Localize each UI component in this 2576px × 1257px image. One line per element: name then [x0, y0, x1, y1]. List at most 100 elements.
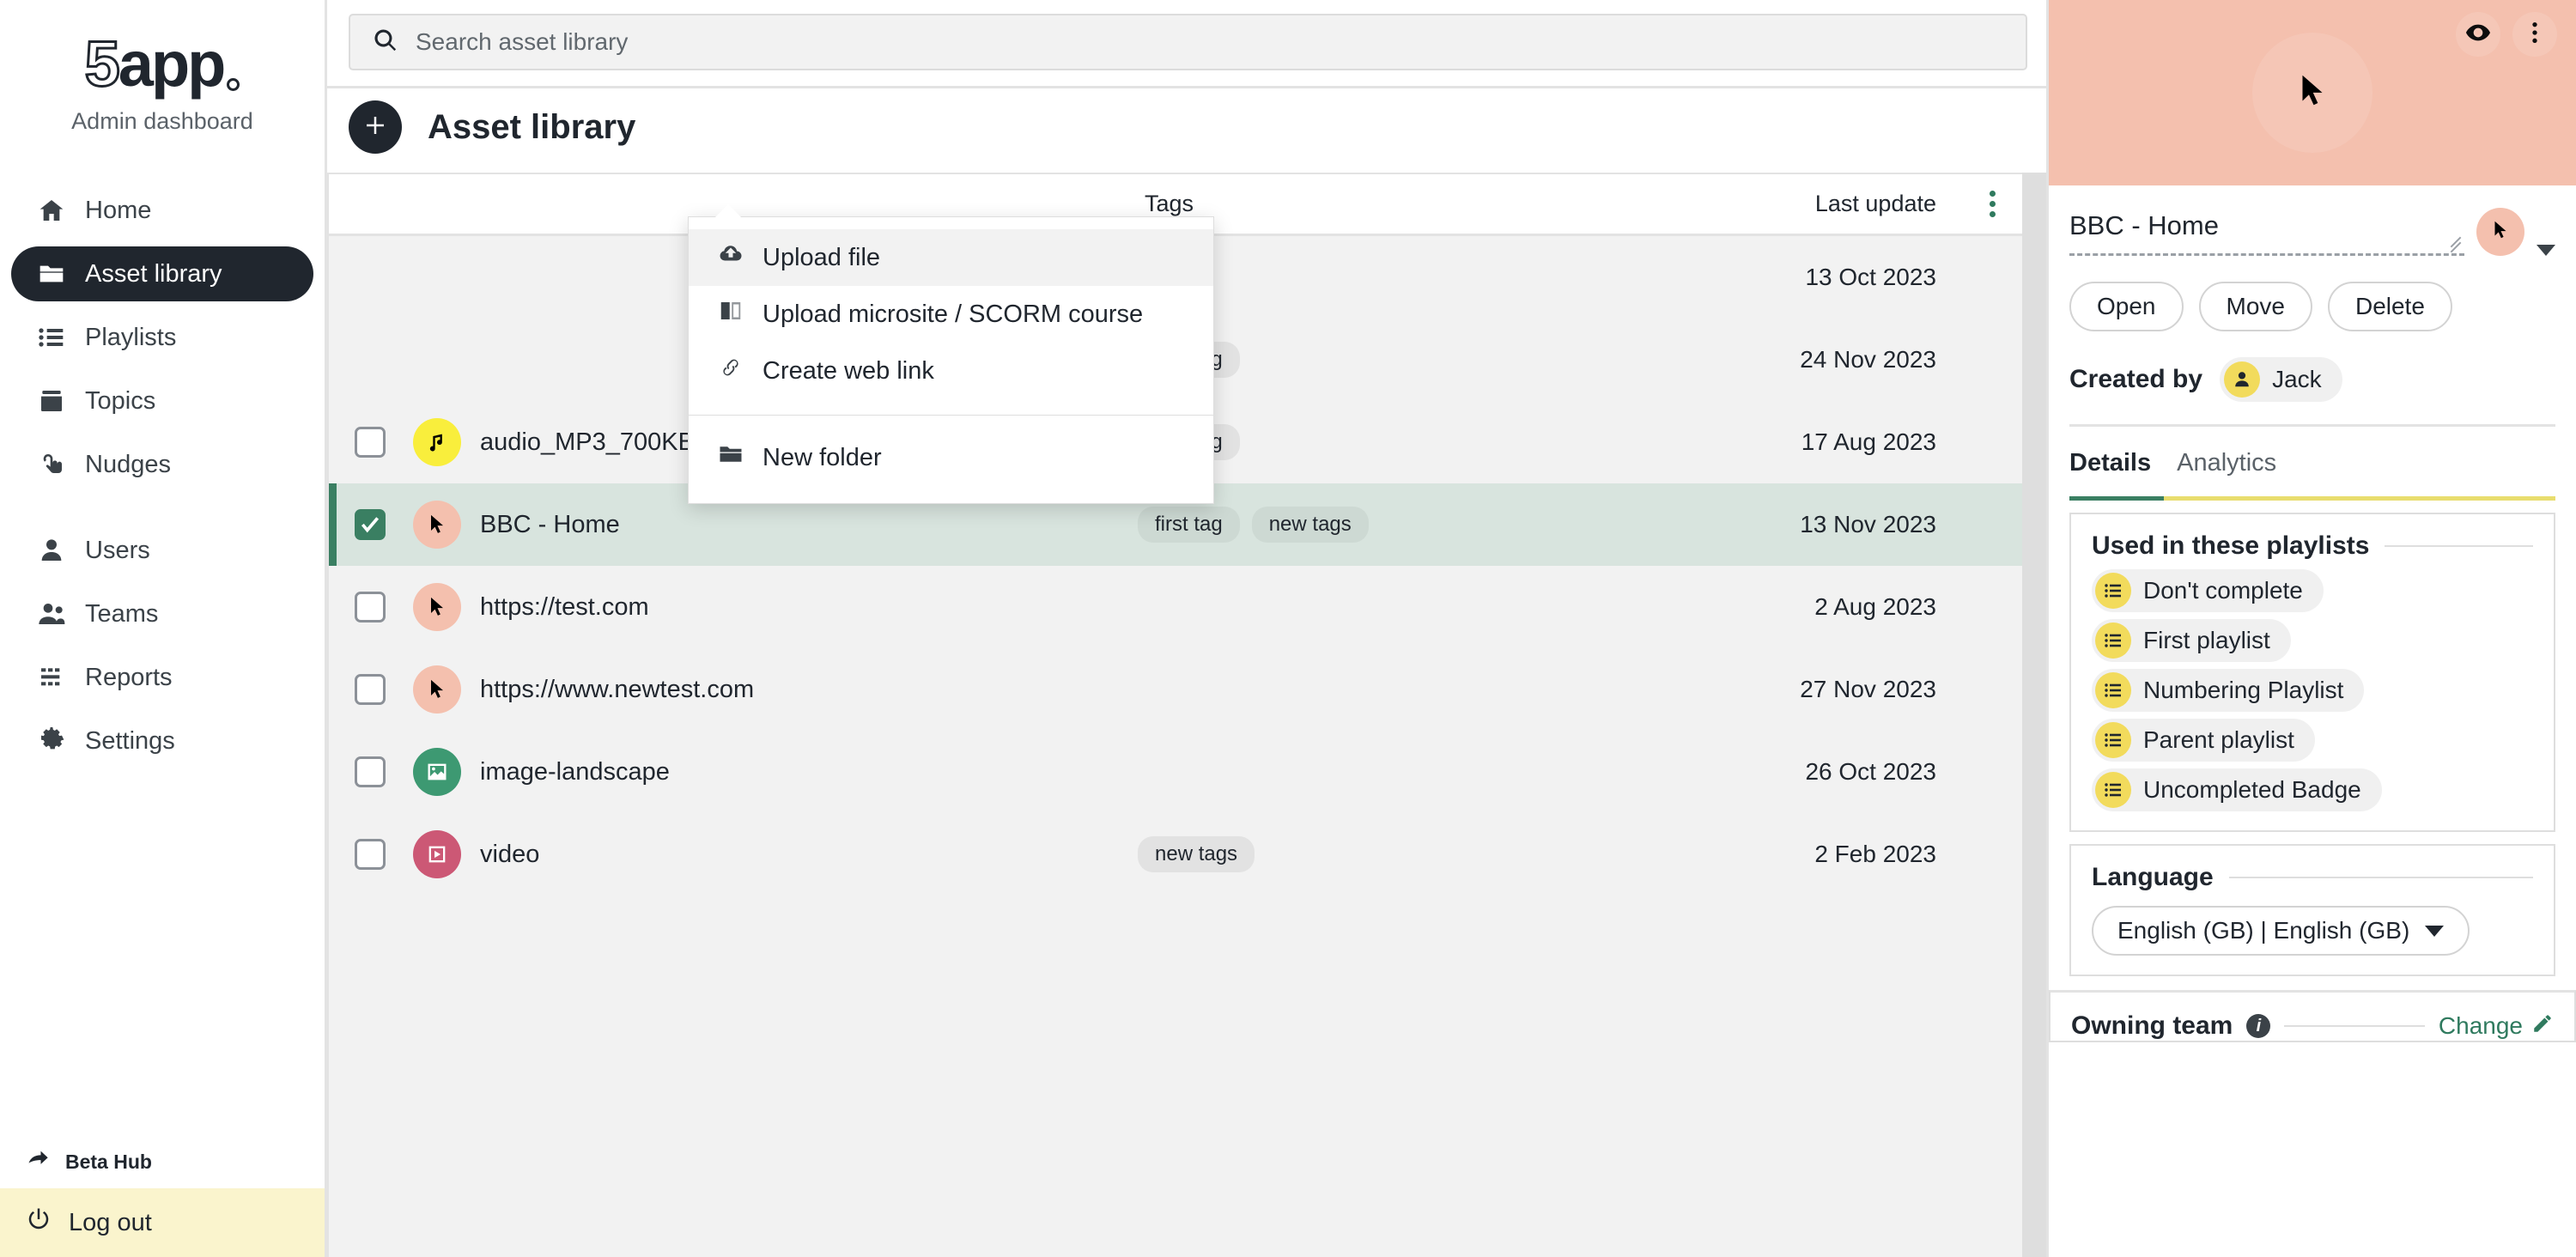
table-row[interactable]: https://www.newtest.com 27 Nov 2023 [329, 648, 2022, 731]
sidebar-item-playlists[interactable]: Playlists [11, 310, 313, 365]
language-select[interactable]: English (GB) | English (GB) [2092, 906, 2470, 956]
menu-item-label: Upload file [762, 243, 881, 271]
table-row[interactable]: video new tags 2 Feb 2023 [329, 813, 2022, 896]
sidebar-item-home[interactable]: Home [11, 183, 313, 238]
sidebar-item-topics[interactable]: Topics [11, 373, 313, 428]
tag-chip[interactable]: new tags [1251, 507, 1369, 543]
row-name-label: https://www.newtest.com [480, 675, 755, 703]
change-owning-team-button[interactable]: Change [2439, 1012, 2554, 1041]
tag-chip[interactable]: new tags [1138, 836, 1255, 872]
used-in-playlists-card: Used in these playlists Don't complete Fi… [2069, 513, 2555, 832]
list-icon [2095, 573, 2131, 609]
sidebar-item-users[interactable]: Users [11, 523, 313, 578]
row-checkbox[interactable] [354, 592, 386, 622]
box-icon [37, 386, 66, 416]
music-note-icon [413, 418, 461, 466]
column-header-tags[interactable]: Tags [1138, 191, 1670, 217]
playlist-chip[interactable]: Uncompleted Badge [2092, 768, 2382, 811]
column-header-last-update[interactable]: Last update [1670, 191, 1962, 217]
logo-digit: 5 [83, 28, 121, 100]
sidebar: 5 app Admin dashboard Home Asset library … [0, 0, 327, 1257]
sidebar-item-reports[interactable]: Reports [11, 650, 313, 705]
row-tags-cell: first tag [1138, 424, 1670, 460]
dropdown-divider [689, 415, 1213, 416]
home-icon [37, 196, 66, 225]
sidebar-item-label: Asset library [85, 259, 222, 288]
sidebar-nav: Home Asset library Playlists Topics Nudg… [0, 183, 325, 777]
row-checkbox[interactable] [354, 427, 386, 458]
playlist-chip-label: Parent playlist [2143, 726, 2294, 753]
created-by-user-chip[interactable]: Jack [2220, 357, 2342, 402]
sidebar-item-label: Reports [85, 663, 173, 691]
tab-details[interactable]: Details [2069, 449, 2151, 496]
playlist-chip-label: First playlist [2143, 627, 2270, 653]
menu-item-upload-file[interactable]: Upload file [689, 229, 1213, 286]
language-card-header: Language [2092, 863, 2533, 892]
row-last-update-cell: 2 Feb 2023 [1670, 841, 1962, 868]
list-icon [2095, 672, 2131, 708]
row-last-update-cell: 2 Aug 2023 [1670, 593, 1962, 621]
cloud-upload-icon [718, 241, 744, 274]
delete-button[interactable]: Delete [2327, 282, 2452, 331]
list-icon [2095, 622, 2131, 659]
table-row[interactable]: image-landscape 26 Oct 2023 [329, 731, 2022, 813]
row-date-label: 2 Feb 2023 [1814, 841, 1936, 867]
playlist-chip[interactable]: Don't complete [2092, 569, 2324, 612]
sidebar-item-teams[interactable]: Teams [11, 586, 313, 641]
tag-chip[interactable]: first tag [1138, 507, 1240, 543]
sidebar-item-settings[interactable]: Settings [11, 714, 313, 768]
tab-analytics[interactable]: Analytics [2177, 449, 2276, 496]
search-bar[interactable] [349, 14, 2027, 70]
row-name-label: video [480, 840, 540, 868]
menu-item-label: Upload microsite / SCORM course [762, 300, 1144, 328]
row-checkbox[interactable] [354, 839, 386, 870]
beta-hub-link[interactable]: Beta Hub [0, 1135, 325, 1188]
menu-item-create-web-link[interactable]: Create web link [689, 343, 1213, 399]
resize-grip-icon [2449, 236, 2463, 253]
menu-item-new-folder[interactable]: New folder [689, 429, 1213, 486]
vertical-dots-icon [2521, 19, 2549, 51]
asset-title-input[interactable]: BBC - Home [2069, 210, 2464, 256]
menu-item-label: Create web link [762, 356, 934, 385]
tab-active-indicator [2069, 496, 2164, 501]
pencil-icon [2531, 1012, 2554, 1041]
row-checkbox[interactable] [354, 756, 386, 787]
chevron-down-icon[interactable] [2537, 245, 2555, 256]
playlist-chip[interactable]: Parent playlist [2092, 719, 2315, 762]
row-checkbox-checked[interactable] [354, 509, 386, 540]
table-vertical-scrollbar[interactable] [2022, 173, 2046, 1257]
search-input[interactable] [416, 28, 2003, 56]
sidebar-item-nudges[interactable]: Nudges [11, 437, 313, 492]
preview-menu-button[interactable] [2512, 12, 2557, 57]
open-button[interactable]: Open [2069, 282, 2184, 331]
table-options-button[interactable] [1962, 191, 2022, 217]
brand: 5 app Admin dashboard [0, 0, 325, 135]
row-date-label: 26 Oct 2023 [1805, 758, 1936, 785]
cursor-arrow-icon [413, 583, 461, 631]
row-checkbox-cell [337, 427, 403, 458]
app-root: 5 app Admin dashboard Home Asset library … [0, 0, 2576, 1257]
playlists-card-title: Used in these playlists [2092, 531, 2370, 560]
menu-item-upload-microsite-scorm[interactable]: Upload microsite / SCORM course [689, 286, 1213, 343]
move-button[interactable]: Move [2198, 282, 2312, 331]
playlist-chip-list: Don't complete First playlist Numbering Pl… [2092, 569, 2533, 811]
folder-icon [718, 441, 744, 474]
row-checkbox[interactable] [354, 674, 386, 705]
playlist-chip[interactable]: First playlist [2092, 619, 2291, 662]
sidebar-item-label: Teams [85, 599, 159, 628]
logout-label: Log out [69, 1208, 152, 1236]
user-icon [2224, 361, 2261, 398]
row-name-label: BBC - Home [480, 510, 620, 538]
playlist-chip[interactable]: Numbering Playlist [2092, 669, 2365, 712]
add-asset-button[interactable] [349, 100, 402, 154]
row-date-label: 17 Aug 2023 [1801, 428, 1936, 455]
row-name-cell: video [403, 830, 1138, 878]
language-selected-value: English (GB) | English (GB) [2117, 917, 2410, 944]
sidebar-item-asset-library[interactable]: Asset library [11, 246, 313, 301]
dropdown-caret-icon [714, 204, 742, 218]
logout-button[interactable]: Log out [0, 1188, 325, 1257]
image-icon [413, 748, 461, 796]
info-icon[interactable]: i [2246, 1014, 2271, 1038]
table-row[interactable]: https://test.com 2 Aug 2023 [329, 566, 2022, 648]
preview-button[interactable] [2456, 12, 2500, 57]
